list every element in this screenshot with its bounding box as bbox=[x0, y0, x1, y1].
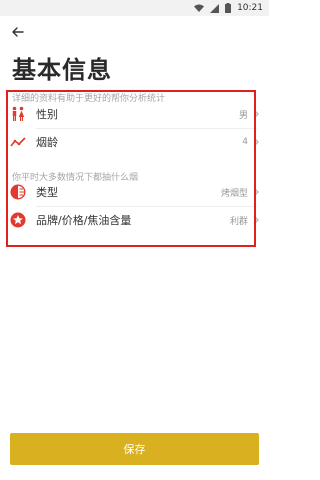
battery-icon bbox=[225, 3, 232, 13]
back-button[interactable] bbox=[8, 24, 28, 40]
row-gender-value: 男 bbox=[238, 110, 248, 121]
type-icon bbox=[10, 184, 26, 200]
star-icon bbox=[10, 212, 26, 228]
chevron-right-icon bbox=[253, 215, 259, 225]
row-brand-label: 品牌/价格/焦油含量 bbox=[36, 214, 132, 227]
row-gender-label: 性别 bbox=[36, 108, 58, 121]
gender-icon bbox=[10, 106, 26, 122]
row-brand-value: 利群 bbox=[229, 216, 248, 227]
row-type-value: 烤烟型 bbox=[220, 188, 248, 199]
row-smoking-years-value: 4 bbox=[242, 137, 248, 147]
page-title: 基本信息 bbox=[12, 56, 112, 84]
signal-icon bbox=[210, 3, 220, 13]
chevron-right-icon bbox=[253, 109, 259, 119]
chevron-right-icon bbox=[253, 187, 259, 197]
row-type-label: 类型 bbox=[36, 186, 58, 199]
row-brand[interactable]: 品牌/价格/焦油含量 利群 bbox=[10, 206, 260, 234]
wifi-icon bbox=[194, 4, 205, 12]
status-icons: 10:21 bbox=[194, 2, 263, 14]
chevron-right-icon bbox=[253, 137, 259, 147]
status-time: 10:21 bbox=[237, 3, 263, 13]
arrow-left-icon bbox=[12, 27, 24, 37]
trend-icon bbox=[10, 134, 26, 150]
row-gender[interactable]: 性别 男 bbox=[10, 100, 260, 128]
status-bar: 10:21 bbox=[0, 0, 269, 16]
row-smoking-years-label: 烟龄 bbox=[36, 136, 58, 149]
row-smoking-years[interactable]: 烟龄 4 bbox=[10, 128, 260, 156]
row-type[interactable]: 类型 烤烟型 bbox=[10, 178, 260, 206]
save-button[interactable]: 保存 bbox=[10, 433, 259, 465]
